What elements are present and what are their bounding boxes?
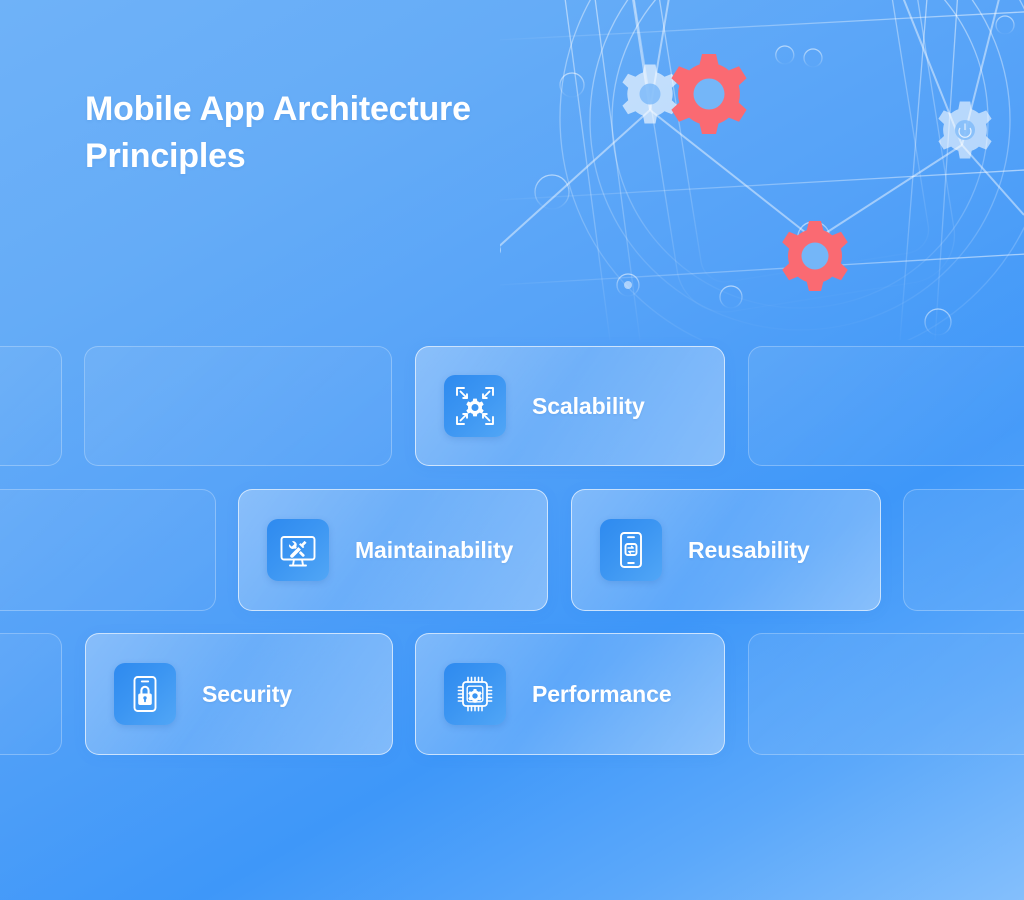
- filler-card: [0, 633, 62, 755]
- principle-card-security[interactable]: Security: [85, 633, 393, 755]
- cpu-chip-gear-icon: [444, 663, 506, 725]
- page-title-line-2: Principles: [85, 137, 246, 175]
- principle-card-scalability[interactable]: Scalability: [415, 346, 725, 466]
- gear-red-bottom-icon: [782, 221, 848, 291]
- principle-card-performance[interactable]: Performance: [415, 633, 725, 755]
- phone-sync-icon: [600, 519, 662, 581]
- principle-card-maintainability[interactable]: Maintainability: [238, 489, 548, 611]
- filler-card: [748, 346, 1024, 466]
- poster-canvas: Mobile App Architecture Principles Scala…: [0, 0, 1024, 900]
- principle-card-label: Performance: [532, 680, 672, 707]
- page-title: Mobile App Architecture Principles: [85, 86, 555, 180]
- phone-lock-icon: [114, 663, 176, 725]
- principle-card-reusability[interactable]: Reusability: [571, 489, 881, 611]
- page-title-line-1: Mobile App Architecture: [85, 90, 471, 128]
- principle-card-label: Reusability: [688, 536, 810, 563]
- principle-card-label: Scalability: [532, 392, 645, 419]
- principle-card-label: Maintainability: [355, 536, 514, 563]
- filler-card: [748, 633, 1024, 755]
- principle-card-label: Security: [202, 680, 292, 707]
- monitor-tools-icon: [267, 519, 329, 581]
- gear-red-top-icon: [671, 54, 747, 134]
- filler-card: [84, 346, 392, 466]
- filler-card: [0, 489, 216, 611]
- scalability-expand-gear-icon: [444, 375, 506, 437]
- gear-white-top-icon: [622, 64, 678, 124]
- gear-white-right-icon: [938, 101, 992, 159]
- filler-card: [0, 346, 62, 466]
- filler-card: [903, 489, 1024, 611]
- blueprint-wireframe: [500, 0, 1024, 340]
